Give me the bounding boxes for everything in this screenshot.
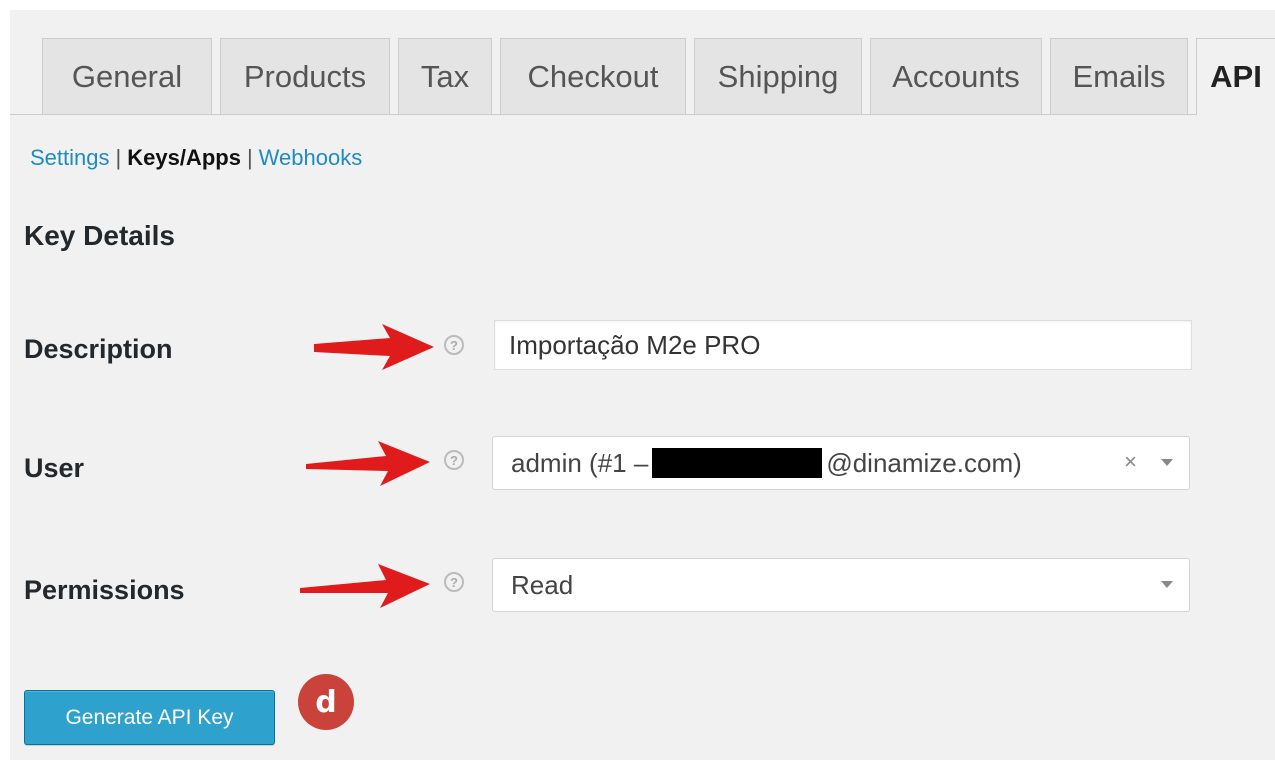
subnav-keys-apps-current: Keys/Apps — [127, 145, 241, 170]
generate-api-key-button[interactable]: Generate API Key — [24, 690, 275, 745]
settings-tabs: General Products Tax Checkout Shipping A… — [10, 38, 1275, 115]
description-label: Description — [24, 334, 173, 364]
subsection-nav: Settings | Keys/Apps | Webhooks — [30, 145, 362, 171]
user-value-prefix: admin (#1 – — [511, 447, 649, 478]
permissions-value: Read — [511, 569, 574, 600]
help-circle-icon[interactable]: ? — [444, 335, 464, 355]
help-circle-icon[interactable]: ? — [444, 572, 464, 592]
section-title: Key Details — [24, 220, 175, 251]
subnav-separator: | — [115, 145, 122, 170]
tab-products[interactable]: Products — [220, 38, 390, 114]
clear-x-icon[interactable]: × — [1124, 449, 1137, 475]
chevron-down-icon[interactable] — [1161, 459, 1173, 466]
settings-panel — [10, 10, 1275, 760]
description-input[interactable] — [494, 320, 1192, 370]
help-circle-icon[interactable]: ? — [444, 450, 464, 470]
subnav-webhooks-link[interactable]: Webhooks — [259, 145, 363, 170]
red-arrow-icon — [306, 441, 430, 486]
red-arrow-icon — [300, 564, 430, 608]
chevron-down-icon[interactable] — [1161, 581, 1173, 588]
tab-checkout[interactable]: Checkout — [500, 38, 686, 114]
subnav-settings-link[interactable]: Settings — [30, 145, 110, 170]
tab-general[interactable]: General — [42, 38, 212, 114]
tab-accounts[interactable]: Accounts — [870, 38, 1042, 114]
user-value-suffix: @dinamize.com) — [826, 447, 1022, 478]
permissions-select[interactable]: Read — [492, 558, 1190, 612]
tab-tax[interactable]: Tax — [398, 38, 492, 114]
red-arrow-icon — [314, 324, 434, 370]
step-badge: d — [298, 674, 354, 730]
tab-emails[interactable]: Emails — [1050, 38, 1188, 114]
permissions-label: Permissions — [24, 575, 185, 605]
tab-api[interactable]: API — [1196, 38, 1275, 115]
redaction-bar — [652, 448, 823, 478]
subnav-separator: | — [246, 145, 253, 170]
user-select[interactable]: admin (#1 – @dinamize.com) × — [492, 436, 1190, 490]
user-label: User — [24, 453, 85, 483]
tab-shipping[interactable]: Shipping — [694, 38, 862, 114]
